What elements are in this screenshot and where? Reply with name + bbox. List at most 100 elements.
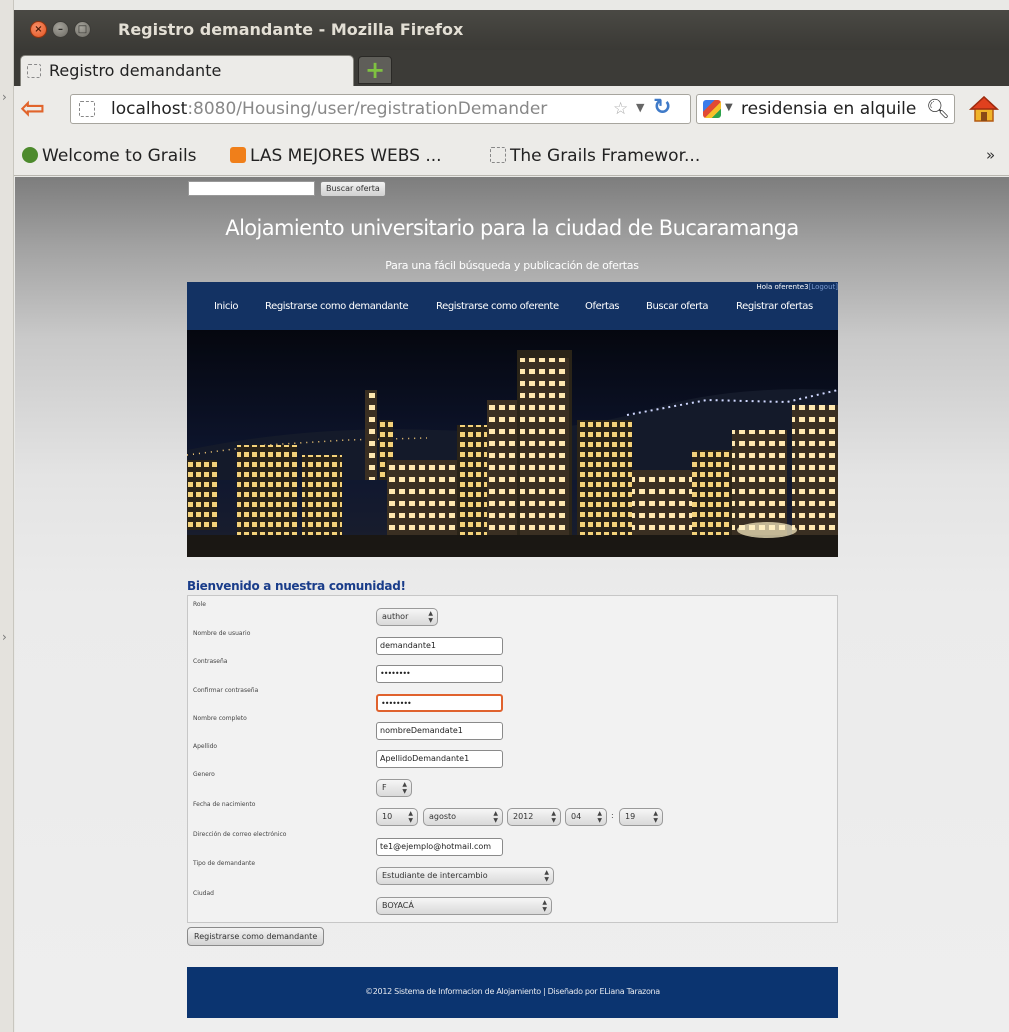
- main-content: Hola oferente3[Logout] Inicio Registrars…: [187, 282, 838, 557]
- label-role: Role: [193, 601, 206, 608]
- url-path: :8080/Housing/user/registrationDemander: [187, 99, 548, 119]
- search-offer-button[interactable]: Buscar oferta: [320, 181, 386, 197]
- password-field[interactable]: ••••••••: [376, 665, 503, 683]
- spinner-arrows-icon: ▲ ▼: [428, 610, 433, 624]
- plus-icon: +: [364, 56, 386, 84]
- time-separator: :: [611, 811, 614, 820]
- site-identity-icon[interactable]: [79, 101, 95, 117]
- url-bar[interactable]: localhost:8080/Housing/user/registration…: [70, 94, 691, 124]
- birth-minute-value: 19: [625, 812, 636, 821]
- gender-select[interactable]: F ▲ ▼: [376, 779, 412, 797]
- home-icon: [969, 95, 999, 122]
- history-dropdown-icon[interactable]: ▼: [636, 101, 644, 114]
- back-button[interactable]: ⇦: [20, 94, 56, 126]
- maximize-icon: □: [77, 24, 88, 35]
- fullname-field[interactable]: nombreDemandate1: [376, 722, 503, 740]
- site-title: Alojamiento universitario para la ciudad…: [225, 216, 799, 240]
- desktop-edge: › ›: [0, 0, 14, 1032]
- bookmark-las-mejores-webs[interactable]: LAS MEJORES WEBS ...: [230, 146, 442, 166]
- bookmark-label: LAS MEJORES WEBS ...: [250, 146, 442, 166]
- bookmark-label: Welcome to Grails: [42, 146, 197, 166]
- home-button[interactable]: [969, 94, 999, 124]
- spinner-arrows-icon: ▲ ▼: [493, 810, 498, 824]
- grails-icon: [22, 147, 38, 163]
- birth-day-select[interactable]: 10 ▲ ▼: [376, 808, 418, 826]
- bookmark-label: The Grails Framewor...: [510, 146, 701, 166]
- spinner-arrows-icon: ▲ ▼: [597, 810, 602, 824]
- username-field[interactable]: demandante1: [376, 637, 503, 655]
- site-subtitle: Para una fácil búsqueda y publicación de…: [385, 259, 639, 272]
- minimize-icon: –: [58, 24, 63, 35]
- engine-dropdown-icon[interactable]: ▼: [725, 102, 733, 113]
- window-title: Registro demandante - Mozilla Firefox: [118, 20, 464, 39]
- menu-item-ofertas[interactable]: Ofertas: [585, 301, 620, 312]
- navigation-toolbar: ⇦ localhost:8080/Housing/user/registrati…: [14, 86, 1009, 134]
- google-engine-icon[interactable]: [703, 100, 721, 118]
- window-titlebar[interactable]: × – □ Registro demandante - Mozilla Fire…: [14, 10, 1009, 50]
- search-offer-input[interactable]: [188, 181, 315, 196]
- url-host: localhost: [111, 99, 188, 119]
- minimize-window-button[interactable]: –: [52, 21, 69, 38]
- maximize-window-button[interactable]: □: [74, 21, 91, 38]
- bookmark-welcome-to-grails[interactable]: Welcome to Grails: [22, 146, 197, 166]
- birth-hour-select[interactable]: 04 ▲ ▼: [565, 808, 607, 826]
- label-city: Ciudad: [193, 890, 214, 897]
- email-field[interactable]: te1@ejemplo@hotmail.com: [376, 838, 503, 856]
- site-menu: Hola oferente3[Logout] Inicio Registrars…: [187, 282, 838, 330]
- edge-arrow-icon: ›: [2, 90, 7, 104]
- label-birthdate: Fecha de nacimiento: [193, 801, 256, 808]
- form-heading: Bienvenido a nuestra comunidad!: [187, 579, 406, 593]
- city-select[interactable]: BOYACÁ ▲ ▼: [376, 897, 552, 915]
- role-value: author: [382, 612, 409, 621]
- menu-item-buscar-oferta[interactable]: Buscar oferta: [646, 301, 708, 312]
- bookmark-star-icon[interactable]: ☆: [613, 99, 628, 119]
- bookmarks-toolbar: Welcome to Grails LAS MEJORES WEBS ... T…: [14, 134, 1009, 176]
- label-username: Nombre de usuario: [193, 630, 251, 637]
- user-greeting: Hola oferente3[Logout]: [757, 283, 838, 291]
- bookmarks-overflow-chevron-icon[interactable]: »: [986, 146, 995, 164]
- new-tab-button[interactable]: +: [358, 56, 392, 84]
- menu-item-registrar-ofertas[interactable]: Registrar ofertas: [736, 301, 813, 312]
- birth-minute-select[interactable]: 19 ▲ ▼: [619, 808, 663, 826]
- spinner-arrows-icon: ▲ ▼: [544, 869, 549, 883]
- spinner-arrows-icon: ▲ ▼: [542, 899, 547, 913]
- menu-item-inicio[interactable]: Inicio: [214, 301, 238, 312]
- confirm-password-field[interactable]: ••••••••: [376, 694, 503, 712]
- page-icon: [490, 147, 506, 163]
- tab-registro-demandante[interactable]: Registro demandante: [20, 55, 354, 86]
- registration-form: Role author ▲ ▼ Nombre de usuario demandan…: [187, 595, 838, 923]
- bookmark-the-grails-framework[interactable]: The Grails Framewor...: [490, 146, 700, 166]
- back-arrow-icon: ⇦: [20, 91, 46, 126]
- spinner-arrows-icon: ▲ ▼: [402, 781, 407, 795]
- blogger-icon: [230, 147, 246, 163]
- search-icon[interactable]: 🔍︎: [926, 97, 950, 121]
- search-input[interactable]: residensia en alquile: [741, 99, 916, 119]
- birth-year-value: 2012: [513, 812, 534, 821]
- label-fullname: Nombre completo: [193, 715, 247, 722]
- spinner-arrows-icon: ▲ ▼: [653, 810, 658, 824]
- city-night-banner: [187, 330, 838, 557]
- site-footer: ©2012 Sistema de Informacion de Alojamie…: [187, 967, 838, 1018]
- logout-link[interactable]: [Logout]: [809, 283, 838, 291]
- greeting-text: Hola oferente3: [756, 283, 809, 291]
- spinner-arrows-icon: ▲ ▼: [408, 810, 413, 824]
- gender-value: F: [382, 783, 387, 792]
- reload-icon[interactable]: ↻: [653, 95, 671, 120]
- url-text: localhost:8080/Housing/user/registration…: [111, 99, 547, 119]
- search-bar[interactable]: ▼ residensia en alquile 🔍︎: [696, 94, 955, 124]
- birth-year-select[interactable]: 2012 ▲ ▼: [507, 808, 561, 826]
- menu-item-registrarse-demandante[interactable]: Registrarse como demandante: [265, 301, 409, 312]
- close-window-button[interactable]: ×: [30, 21, 47, 38]
- requester-type-select[interactable]: Estudiante de intercambio ▲ ▼: [376, 867, 554, 885]
- register-requester-button[interactable]: Registrarse como demandante: [187, 927, 325, 946]
- requester-type-value: Estudiante de intercambio: [382, 871, 488, 880]
- tab-strip: Registro demandante +: [14, 50, 1009, 86]
- edge-arrow-icon: ›: [2, 630, 7, 644]
- label-requester-type: Tipo de demandante: [193, 860, 256, 867]
- label-confirm-password: Confirmar contraseña: [193, 687, 259, 694]
- role-select[interactable]: author ▲ ▼: [376, 608, 438, 626]
- birth-month-select[interactable]: agosto ▲ ▼: [423, 808, 503, 826]
- menu-item-registrarse-oferente[interactable]: Registrarse como oferente: [436, 301, 559, 312]
- label-email: Dirección de correo electrónico: [193, 831, 287, 838]
- lastname-field[interactable]: ApellidoDemandante1: [376, 750, 503, 768]
